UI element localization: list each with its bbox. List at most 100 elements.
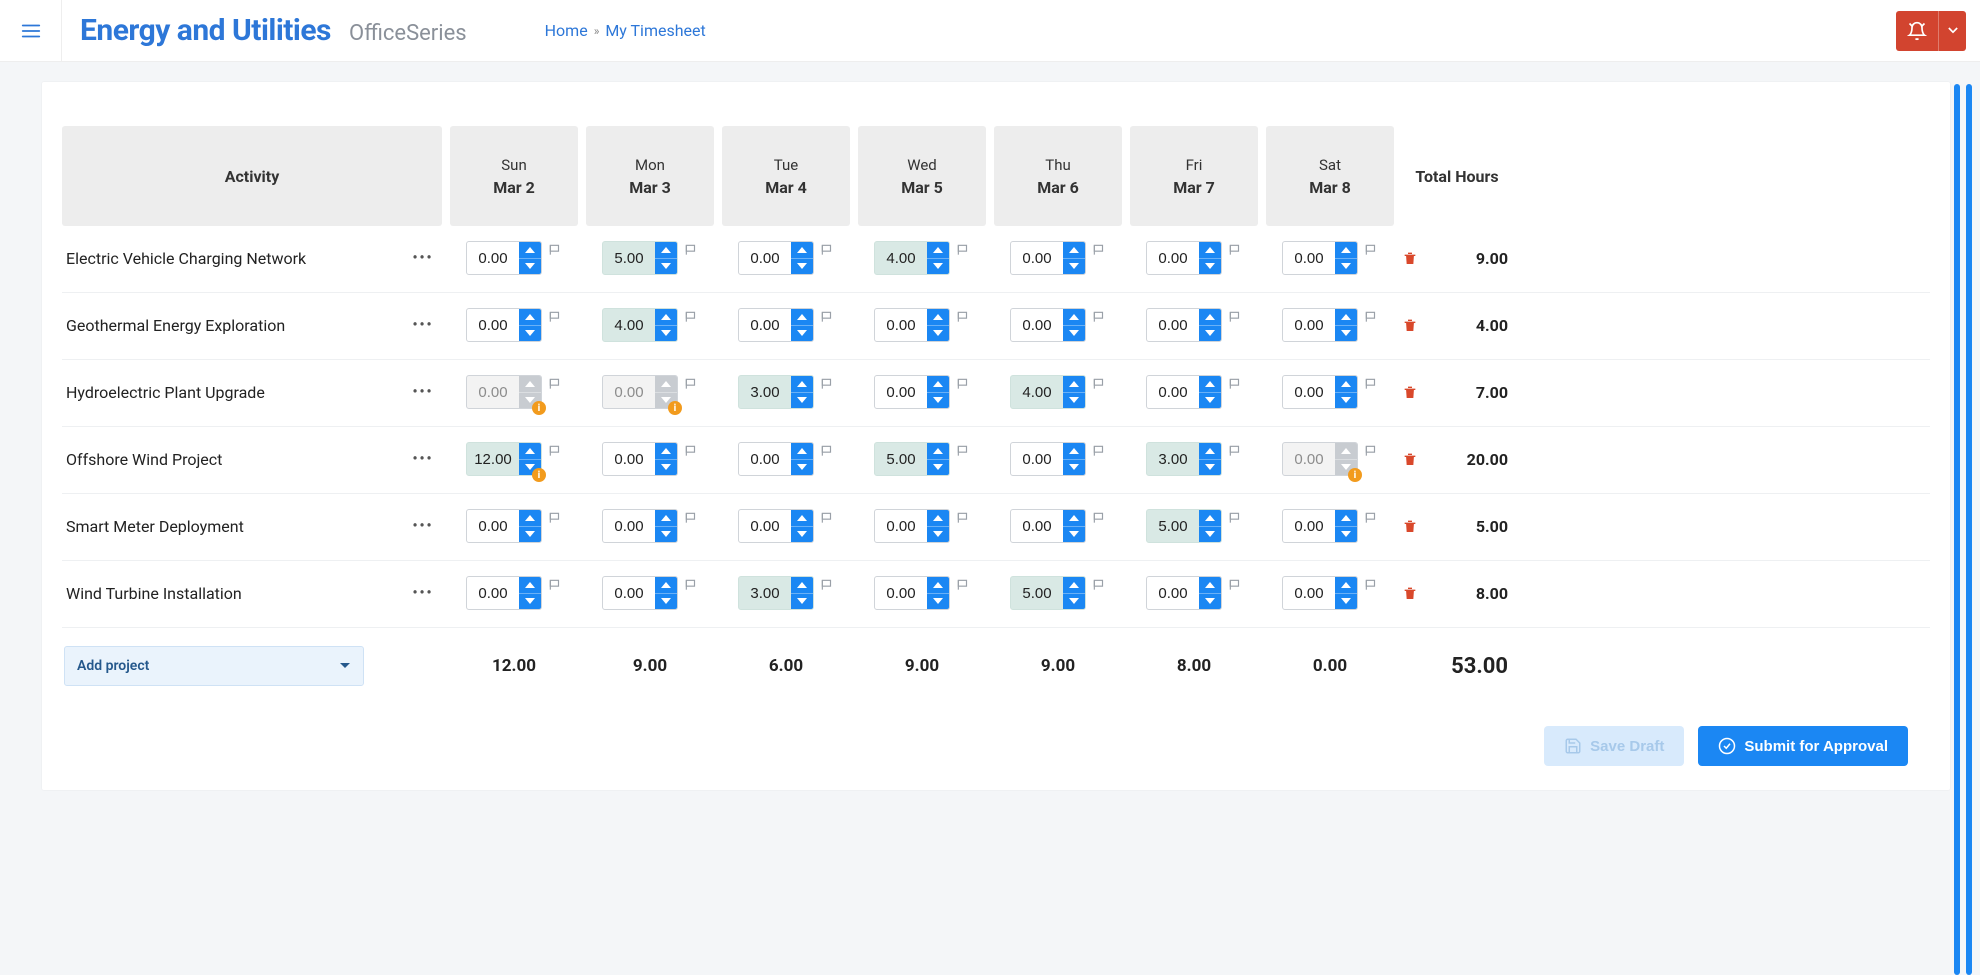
note-flag-button[interactable] [956, 377, 970, 395]
step-down-button[interactable] [1063, 593, 1085, 610]
step-up-button[interactable] [927, 242, 949, 258]
hours-spinbox[interactable] [466, 576, 542, 610]
note-flag-button[interactable] [956, 511, 970, 529]
step-up-button[interactable] [1335, 510, 1357, 526]
step-down-button[interactable] [655, 459, 677, 476]
hours-input[interactable] [1147, 577, 1199, 609]
hours-input[interactable] [1011, 577, 1063, 609]
hours-spinbox[interactable] [1010, 509, 1086, 543]
hours-input[interactable] [875, 510, 927, 542]
step-down-button[interactable] [927, 258, 949, 275]
step-up-button[interactable] [791, 242, 813, 258]
step-down-button[interactable] [1335, 593, 1357, 610]
note-flag-button[interactable] [956, 243, 970, 261]
hours-input[interactable] [875, 242, 927, 274]
note-flag-button[interactable] [820, 444, 834, 462]
step-down-button[interactable] [1063, 392, 1085, 409]
hours-spinbox[interactable] [1010, 576, 1086, 610]
hours-input[interactable] [875, 443, 927, 475]
step-down-button[interactable] [1335, 392, 1357, 409]
note-flag-button[interactable] [1092, 444, 1106, 462]
step-up-button[interactable] [519, 510, 541, 526]
hours-input[interactable] [467, 577, 519, 609]
step-up-button[interactable] [1199, 510, 1221, 526]
step-up-button[interactable] [1199, 443, 1221, 459]
row-menu-button[interactable]: ••• [410, 580, 436, 606]
hours-spinbox[interactable] [738, 308, 814, 342]
step-up-button[interactable] [1199, 242, 1221, 258]
delete-row-button[interactable] [1402, 518, 1418, 534]
hours-input[interactable] [875, 309, 927, 341]
step-up-button[interactable] [655, 443, 677, 459]
hours-input[interactable] [1283, 242, 1335, 274]
step-up-button[interactable] [927, 309, 949, 325]
note-flag-button[interactable] [1364, 511, 1378, 529]
note-flag-button[interactable] [820, 243, 834, 261]
step-up-button[interactable] [791, 376, 813, 392]
note-flag-button[interactable] [820, 310, 834, 328]
row-menu-button[interactable]: ••• [410, 245, 436, 271]
hours-spinbox[interactable] [1010, 241, 1086, 275]
hours-spinbox[interactable] [602, 442, 678, 476]
hours-spinbox[interactable] [874, 509, 950, 543]
note-flag-button[interactable] [820, 511, 834, 529]
note-flag-button[interactable] [1092, 511, 1106, 529]
step-up-button[interactable] [791, 577, 813, 593]
step-up-button[interactable] [927, 443, 949, 459]
step-down-button[interactable] [1335, 325, 1357, 342]
hours-spinbox[interactable] [1282, 509, 1358, 543]
step-down-button[interactable] [1199, 593, 1221, 610]
step-down-button[interactable] [927, 325, 949, 342]
note-flag-button[interactable] [548, 511, 562, 529]
note-flag-button[interactable] [956, 444, 970, 462]
step-down-button[interactable] [927, 593, 949, 610]
step-up-button[interactable] [655, 242, 677, 258]
step-down-button[interactable] [1335, 526, 1357, 543]
step-up-button[interactable] [791, 309, 813, 325]
hours-spinbox[interactable] [466, 509, 542, 543]
note-flag-button[interactable] [548, 310, 562, 328]
hours-spinbox[interactable] [1146, 576, 1222, 610]
delete-row-button[interactable] [1402, 451, 1418, 467]
hours-input[interactable] [1011, 309, 1063, 341]
hours-spinbox[interactable] [738, 375, 814, 409]
step-down-button[interactable] [519, 526, 541, 543]
note-flag-button[interactable] [1228, 578, 1242, 596]
hours-spinbox[interactable] [1146, 308, 1222, 342]
step-down-button[interactable] [1063, 258, 1085, 275]
step-up-button[interactable] [1063, 309, 1085, 325]
hours-spinbox[interactable] [602, 241, 678, 275]
step-down-button[interactable] [927, 459, 949, 476]
note-flag-button[interactable] [684, 243, 698, 261]
delete-row-button[interactable] [1402, 250, 1418, 266]
hours-input[interactable] [1147, 309, 1199, 341]
hours-input[interactable] [739, 242, 791, 274]
step-down-button[interactable] [1199, 325, 1221, 342]
notifications-dropdown[interactable] [1938, 11, 1966, 51]
step-down-button[interactable] [655, 258, 677, 275]
step-down-button[interactable] [791, 325, 813, 342]
step-up-button[interactable] [1199, 577, 1221, 593]
step-down-button[interactable] [655, 526, 677, 543]
hours-spinbox[interactable] [466, 308, 542, 342]
note-flag-button[interactable] [684, 377, 698, 395]
step-down-button[interactable] [519, 325, 541, 342]
step-up-button[interactable] [791, 443, 813, 459]
step-up-button[interactable] [1335, 309, 1357, 325]
step-down-button[interactable] [791, 392, 813, 409]
hours-input[interactable] [603, 242, 655, 274]
step-up-button[interactable] [655, 577, 677, 593]
step-down-button[interactable] [1199, 258, 1221, 275]
note-flag-button[interactable] [1228, 377, 1242, 395]
step-up-button[interactable] [1335, 242, 1357, 258]
step-down-button[interactable] [791, 459, 813, 476]
hours-spinbox[interactable] [1282, 241, 1358, 275]
hours-input[interactable] [875, 577, 927, 609]
note-flag-button[interactable] [1364, 377, 1378, 395]
note-flag-button[interactable] [1364, 243, 1378, 261]
row-menu-button[interactable]: ••• [410, 446, 436, 472]
note-flag-button[interactable] [1092, 310, 1106, 328]
hours-spinbox[interactable] [1282, 375, 1358, 409]
hours-input[interactable] [1147, 376, 1199, 408]
hours-input[interactable] [467, 242, 519, 274]
